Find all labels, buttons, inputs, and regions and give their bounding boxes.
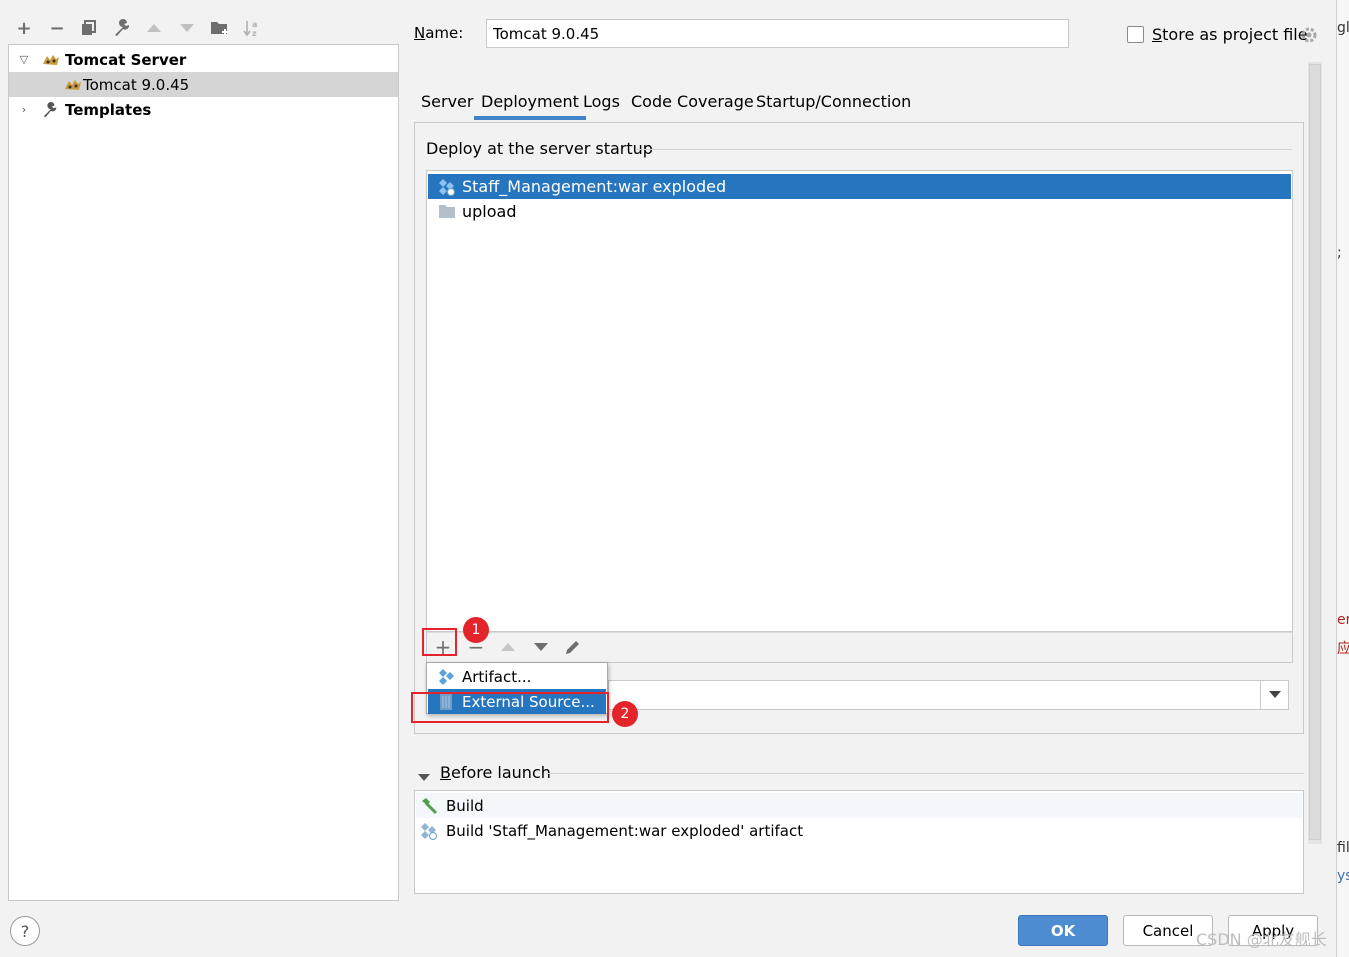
pencil-icon[interactable]: [562, 636, 584, 658]
list-item[interactable]: Build: [416, 793, 1302, 818]
folder-icon: [438, 204, 460, 219]
chevron-down-icon[interactable]: ▽: [17, 53, 31, 66]
name-label: Name:: [414, 24, 464, 42]
tree-item-tomcat-server[interactable]: ▽ Tomcat Server: [9, 47, 398, 72]
list-item[interactable]: upload: [428, 199, 1291, 224]
tab-server[interactable]: Server: [421, 90, 473, 120]
list-item[interactable]: Build 'Staff_Management:war exploded' ar…: [416, 818, 1302, 843]
list-item-label: Staff_Management:war exploded: [462, 177, 727, 196]
edge-fragment: ys: [1337, 868, 1349, 884]
form-scrollbar-thumb[interactable]: [1309, 64, 1321, 840]
section-divider: [636, 149, 1292, 150]
background-window-edge: [1336, 0, 1349, 957]
annotation-badge-1: 1: [463, 617, 489, 643]
tab-logs[interactable]: Logs: [583, 90, 620, 120]
list-item[interactable]: Staff_Management:war exploded: [428, 174, 1291, 199]
arrow-up-icon[interactable]: [497, 636, 519, 658]
store-as-project-file-checkbox[interactable]: [1127, 26, 1144, 43]
tomcat-icon: [41, 52, 61, 68]
tab-deployment[interactable]: Deployment: [474, 90, 586, 120]
gear-icon[interactable]: [1299, 25, 1319, 49]
ok-button[interactable]: OK: [1018, 915, 1108, 946]
application-context-combo[interactable]: [608, 680, 1289, 710]
configuration-tree: ▽ Tomcat Server Tomcat 9.0.45 › Template…: [8, 44, 399, 901]
arrow-down-icon[interactable]: [177, 18, 197, 38]
tab-code-coverage[interactable]: Code Coverage: [631, 90, 754, 120]
svg-text:z: z: [252, 29, 257, 37]
deploy-list[interactable]: Staff_Management:war exploded upload: [426, 170, 1293, 632]
artifact-icon: [420, 822, 444, 840]
list-item-label: upload: [462, 202, 517, 221]
annotation-badge-2: 2: [612, 701, 638, 727]
wrench-icon: [41, 101, 61, 118]
edge-fragment: er: [1337, 612, 1349, 628]
before-launch-title[interactable]: Before launch: [440, 763, 551, 782]
tree-item-templates[interactable]: › Templates: [9, 97, 398, 122]
artifact-icon: [438, 668, 462, 686]
wrench-icon[interactable]: [112, 18, 132, 38]
store-as-project-file-label[interactable]: Store as project file: [1152, 25, 1308, 44]
folder-add-icon[interactable]: [210, 18, 230, 38]
tab-startup-connection[interactable]: Startup/Connection: [756, 90, 911, 120]
edge-fragment: gl: [1337, 20, 1349, 36]
help-button[interactable]: ?: [10, 916, 40, 946]
list-item-label: Build: [446, 796, 484, 815]
chevron-right-icon[interactable]: ›: [17, 103, 31, 116]
watermark: CSDN @北友舰长: [1196, 930, 1327, 949]
edge-fragment: 应: [1337, 641, 1349, 657]
tree-item-tomcat-9045[interactable]: Tomcat 9.0.45: [9, 72, 398, 97]
hammer-icon: [420, 797, 444, 815]
section-divider: [546, 773, 1304, 774]
tomcat-icon: [63, 77, 83, 93]
name-input[interactable]: [486, 19, 1069, 48]
menu-item-label: Artifact...: [462, 667, 532, 686]
annotation-box-plus: [422, 628, 457, 656]
minus-icon[interactable]: −: [47, 18, 67, 39]
copy-icon[interactable]: [79, 18, 99, 38]
chevron-down-icon[interactable]: [1260, 681, 1288, 709]
list-item-label: Build 'Staff_Management:war exploded' ar…: [446, 821, 804, 840]
tree-item-label: Tomcat Server: [65, 50, 187, 69]
plus-icon[interactable]: +: [14, 18, 34, 39]
sort-icon[interactable]: az: [242, 18, 262, 38]
edge-fragment: ;: [1337, 245, 1342, 261]
before-launch-toggle[interactable]: [418, 768, 430, 786]
before-launch-list[interactable]: Build Build 'Staff_Management:war explod…: [414, 790, 1304, 894]
deploy-section-title: Deploy at the server startup: [426, 139, 659, 158]
annotation-box-external-source: [411, 692, 609, 723]
edge-fragment: fil: [1337, 840, 1349, 856]
tree-item-label: Tomcat 9.0.45: [83, 75, 190, 94]
arrow-up-icon[interactable]: [144, 18, 164, 38]
arrow-down-icon[interactable]: [530, 636, 552, 658]
menu-item-artifact[interactable]: Artifact...: [428, 664, 606, 689]
artifact-icon: [438, 178, 460, 196]
tree-item-label: Templates: [65, 100, 152, 119]
svg-text:a: a: [252, 20, 257, 29]
deploy-list-toolbar: [426, 632, 1293, 663]
